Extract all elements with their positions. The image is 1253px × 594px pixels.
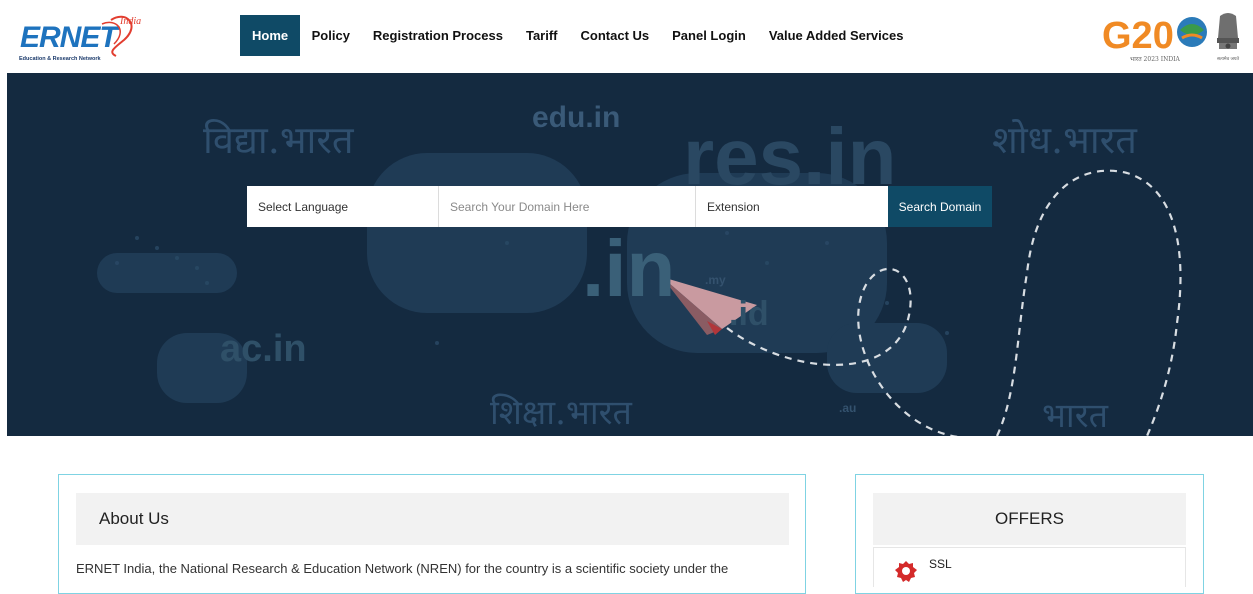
domain-dot-in: .in xyxy=(582,224,676,313)
ssl-badge-icon xyxy=(895,561,917,582)
logo-tagline: Education & Research Network xyxy=(19,56,101,62)
nav-value-added-services[interactable]: Value Added Services xyxy=(757,15,915,56)
domain-search-input[interactable] xyxy=(450,199,695,214)
domain-bharat: भारत xyxy=(1042,396,1108,436)
ashoka-emblem-icon: सत्यमेव जयते xyxy=(1217,13,1240,62)
domain-shodh-bharat: शोध.भारत xyxy=(992,118,1137,162)
language-select[interactable]: Select Language xyxy=(247,186,439,227)
svg-text:भारत 2023 INDIA: भारत 2023 INDIA xyxy=(1130,56,1181,63)
svg-text:सत्यमेव जयते: सत्यमेव जयते xyxy=(1217,55,1240,62)
main-nav: Home Policy Registration Process Tariff … xyxy=(240,15,915,56)
domain-vidya-bharat: विद्या.भारत xyxy=(203,118,354,162)
domain-dot-au: .au xyxy=(839,401,857,415)
nav-contact-us[interactable]: Contact Us xyxy=(569,15,661,56)
nav-tariff[interactable]: Tariff xyxy=(514,15,569,56)
about-us-header: About Us xyxy=(76,493,789,545)
domain-dot-id: .id xyxy=(729,295,769,333)
domain-edu-in: edu.in xyxy=(532,101,621,134)
extension-select-label: Extension xyxy=(707,199,760,214)
nav-registration-process[interactable]: Registration Process xyxy=(361,15,514,56)
domain-shiksha-bharat: शिक्षा.भारत xyxy=(490,393,632,433)
domain-search-field[interactable] xyxy=(439,186,696,227)
extension-select[interactable]: Extension xyxy=(696,186,888,227)
offers-panel: OFFERS SSL xyxy=(855,474,1204,594)
language-select-label: Select Language xyxy=(258,199,349,214)
hero-banner: विद्या.भारत edu.in res.in शोध.भारत .in a… xyxy=(7,73,1253,436)
g20-logo: G20 भारत 2023 INDIA xyxy=(1100,8,1212,66)
svg-text:India: India xyxy=(119,16,141,27)
nav-policy[interactable]: Policy xyxy=(300,15,361,56)
domain-dot-my: .my xyxy=(705,273,726,287)
site-header: ERNET India Education & Research Network… xyxy=(0,0,1253,73)
g20-logo-icon: G20 भारत 2023 INDIA xyxy=(1102,15,1207,63)
domain-ac-in: ac.in xyxy=(220,328,307,370)
nav-panel-login[interactable]: Panel Login xyxy=(661,15,758,56)
domain-search-bar: Select Language Extension Search Domain xyxy=(247,186,992,227)
offers-title: OFFERS xyxy=(995,509,1064,528)
about-us-title: About Us xyxy=(99,509,169,528)
search-domain-button[interactable]: Search Domain xyxy=(888,186,992,227)
nav-home[interactable]: Home xyxy=(240,15,301,56)
offer-item-ssl[interactable]: SSL xyxy=(873,547,1186,587)
about-us-panel: About Us ERNET India, the National Resea… xyxy=(58,474,806,594)
svg-text:G20: G20 xyxy=(1102,15,1174,57)
offers-header: OFFERS xyxy=(873,493,1186,545)
svg-text:ERNET: ERNET xyxy=(20,21,120,54)
national-emblem: सत्यमेव जयते xyxy=(1212,8,1244,64)
